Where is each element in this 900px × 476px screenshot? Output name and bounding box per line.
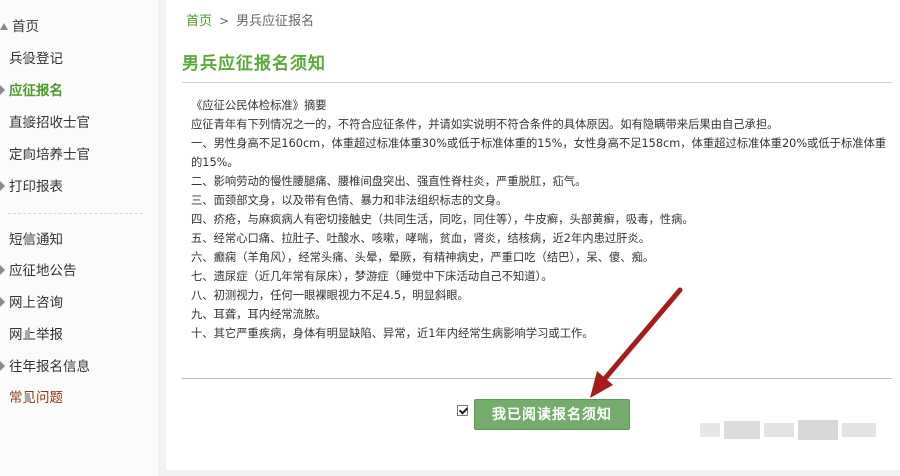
page-title: 男兵应征报名须知 xyxy=(182,54,326,74)
notice-item: 九、耳聋，耳内经常流脓。 xyxy=(191,308,327,321)
sidebar-item-enlistment-signup[interactable]: 应征报名 xyxy=(0,79,63,103)
sidebar-item-label: 短信通知 xyxy=(9,232,63,248)
sidebar-item-sms-notice[interactable]: 短信通知 xyxy=(0,228,63,252)
doc-icon xyxy=(25,117,30,127)
sidebar-item-label: 常见问题 xyxy=(9,390,63,406)
arrow-right-icon xyxy=(0,181,5,191)
sidebar-divider xyxy=(8,213,143,214)
arrow-right-icon xyxy=(0,85,5,95)
home-icon xyxy=(0,22,8,30)
breadcrumb: 首页 > 男兵应征报名 xyxy=(186,10,314,29)
notice-item: 四、疥疮，与麻疯病人有密切接触史（共同生活，同吃，同住等），牛皮癣，头部黄癣，吸… xyxy=(191,213,694,226)
notice-item: 八、初测视力，任何一眼裸眼视力不足4.5，明显斜眼。 xyxy=(191,289,469,302)
sidebar-item-local-announcements[interactable]: 应征地公告 xyxy=(0,259,77,283)
have-read-notice-button[interactable]: 我已阅读报名须知 xyxy=(474,399,630,430)
doc-icon xyxy=(25,329,30,339)
agree-checkbox[interactable] xyxy=(457,405,468,416)
sidebar-item-label: 应征报名 xyxy=(9,83,63,99)
sidebar: 首页 兵役登记 应征报名 直接招收士官 定向培养士官 打印报表 短信通知 应征地… xyxy=(0,0,158,476)
sidebar-item-print-report[interactable]: 打印报表 xyxy=(0,175,63,199)
sidebar-item-label: 直接招收士官 xyxy=(9,115,90,131)
sidebar-item-label: 网上咨询 xyxy=(9,295,63,311)
notice-item: 七、遗尿症（近几年常有尿床），梦游症（睡觉中下床活动自己不知道）。 xyxy=(191,270,553,283)
sidebar-item-label: 首页 xyxy=(12,19,39,35)
breadcrumb-current: 男兵应征报名 xyxy=(236,14,315,29)
arrow-right-icon xyxy=(0,361,5,371)
sidebar-item-past-signups[interactable]: 往年报名信息 xyxy=(0,355,90,379)
title-divider xyxy=(182,82,892,83)
doc-icon xyxy=(25,234,30,244)
sidebar-item-label: 网上举报 xyxy=(9,327,63,343)
sidebar-item-directed-nco[interactable]: 定向培养士官 xyxy=(0,143,90,167)
notice-heading: 《应征公民体检标准》摘要 xyxy=(191,99,327,112)
arrow-right-icon xyxy=(0,297,5,307)
sidebar-item-label: 定向培养士官 xyxy=(9,147,90,163)
sidebar-item-home[interactable]: 首页 xyxy=(0,15,39,39)
sidebar-item-label: 应征地公告 xyxy=(9,263,77,279)
notice-intro: 应征青年有下列情况之一的，不符合应征条件，并请如实说明不符合条件的具体原因。如有… xyxy=(191,118,779,131)
doc-icon xyxy=(25,53,30,63)
notice-item: 一、男性身高不足160cm，体重超过标准体重30%或低于标准体重的15%，女性身… xyxy=(191,137,887,169)
breadcrumb-home-link[interactable]: 首页 xyxy=(186,14,212,29)
arrow-right-icon xyxy=(0,265,5,275)
notice-item: 六、癫痫（羊角风），经常头痛、头晕，晕厥，有精神病史，严重口吃（结巴），呆、傻、… xyxy=(191,251,655,264)
sidebar-item-faq[interactable]: 常见问题 xyxy=(0,386,63,410)
content-panel: 首页 > 男兵应征报名 男兵应征报名须知 《应征公民体检标准》摘要 应征青年有下列情… xyxy=(166,0,900,470)
doc-icon xyxy=(25,149,30,159)
notice-text: 《应征公民体检标准》摘要 应征青年有下列情况之一的，不符合应征条件，并请如实说明… xyxy=(191,96,891,343)
sidebar-item-online-report[interactable]: 网上举报 xyxy=(0,323,63,347)
notice-item: 十、其它严重疾病，身体有明显缺陷、异常，近1年内经常生病影响学习或工作。 xyxy=(191,327,594,340)
doc-icon xyxy=(25,392,30,402)
sidebar-item-online-consult[interactable]: 网上咨询 xyxy=(0,291,63,315)
notice-item: 三、面颈部文身，以及带有色情、暴力和非法组织标志的文身。 xyxy=(191,194,508,207)
sidebar-item-label: 打印报表 xyxy=(9,179,63,195)
sidebar-item-direct-nco[interactable]: 直接招收士官 xyxy=(0,111,90,135)
chevron-right-icon: > xyxy=(219,14,230,28)
sidebar-item-label: 兵役登记 xyxy=(9,51,63,67)
notice-item: 二、影响劳动的慢性腰腿痛、腰椎间盘突出、强直性脊柱炎，严重脱肛，疝气。 xyxy=(191,175,587,188)
main-area: 首页 > 男兵应征报名 男兵应征报名须知 《应征公民体检标准》摘要 应征青年有下列情… xyxy=(158,0,900,476)
notice-divider xyxy=(182,378,892,379)
sidebar-item-label: 往年报名信息 xyxy=(9,359,90,375)
notice-item: 五、经常心口痛、拉肚子、吐酸水、咳嗽，哮喘，贫血，肾炎，结核病，近2年内患过肝炎… xyxy=(191,232,651,245)
sidebar-item-military-registration[interactable]: 兵役登记 xyxy=(0,47,63,71)
